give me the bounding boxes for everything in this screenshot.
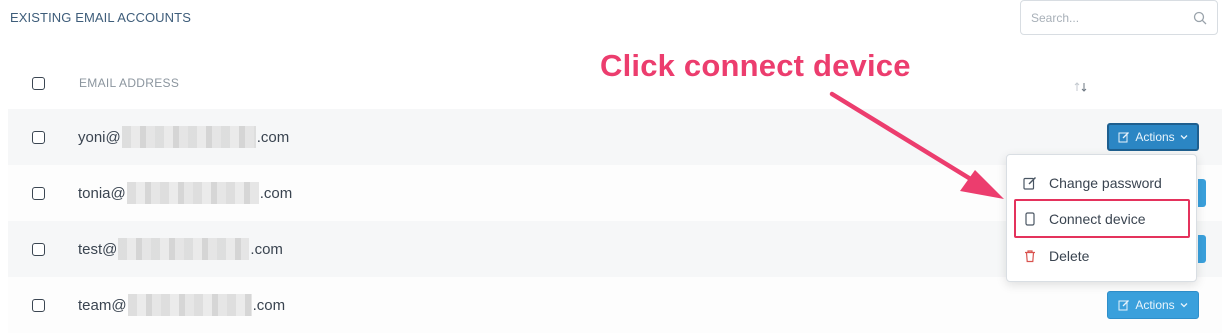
menu-item-label: Delete (1049, 248, 1090, 264)
row-checkbox[interactable] (32, 130, 45, 144)
email-suffix: .com (252, 296, 286, 314)
search-icon[interactable] (1193, 11, 1207, 25)
trash-icon (1025, 250, 1035, 263)
table-row: team@ .com Actions (8, 277, 1222, 333)
edit-icon (1023, 177, 1036, 190)
sort-icon[interactable] (1074, 81, 1088, 93)
edit-icon (1118, 132, 1130, 143)
annotation-highlight-box (1014, 199, 1190, 238)
redacted-domain (118, 238, 250, 260)
menu-item-delete[interactable]: Delete (1007, 238, 1196, 274)
actions-button[interactable]: Actions (1107, 123, 1199, 151)
email-prefix: tonia@ (78, 184, 126, 202)
email-suffix: .com (256, 128, 290, 146)
chevron-down-icon (1180, 135, 1188, 140)
actions-label: Actions (1135, 130, 1175, 144)
email-prefix: yoni@ (78, 128, 121, 146)
redacted-domain (127, 294, 252, 316)
search-box[interactable] (1020, 0, 1218, 35)
annotation-text: Click connect device (600, 48, 911, 83)
email-address: tonia@ .com (78, 182, 292, 204)
row-checkbox[interactable] (32, 298, 45, 312)
chevron-down-icon (1180, 303, 1188, 308)
email-address: team@ .com (78, 294, 285, 316)
search-input[interactable] (1031, 10, 1193, 25)
email-column-header[interactable]: EMAIL ADDRESS (79, 76, 179, 90)
email-suffix: .com (259, 184, 293, 202)
email-prefix: test@ (78, 240, 118, 258)
select-all-checkbox[interactable] (32, 76, 45, 90)
email-address: test@ .com (78, 238, 283, 260)
row-checkbox[interactable] (32, 242, 45, 256)
menu-item-label: Change password (1049, 175, 1162, 191)
actions-label: Actions (1135, 298, 1175, 312)
edit-icon (1118, 300, 1130, 311)
email-address: yoni@ .com (78, 126, 289, 148)
actions-button-partial[interactable] (1198, 179, 1206, 207)
redacted-domain (126, 182, 259, 204)
menu-item-change-password[interactable]: Change password (1007, 165, 1196, 201)
row-checkbox[interactable] (32, 186, 45, 200)
email-prefix: team@ (78, 296, 127, 314)
actions-button[interactable]: Actions (1107, 291, 1199, 319)
email-suffix: .com (250, 240, 283, 258)
redacted-domain (121, 126, 256, 148)
actions-button-partial[interactable] (1198, 235, 1206, 263)
panel-title: EXISTING EMAIL ACCOUNTS (10, 10, 191, 25)
